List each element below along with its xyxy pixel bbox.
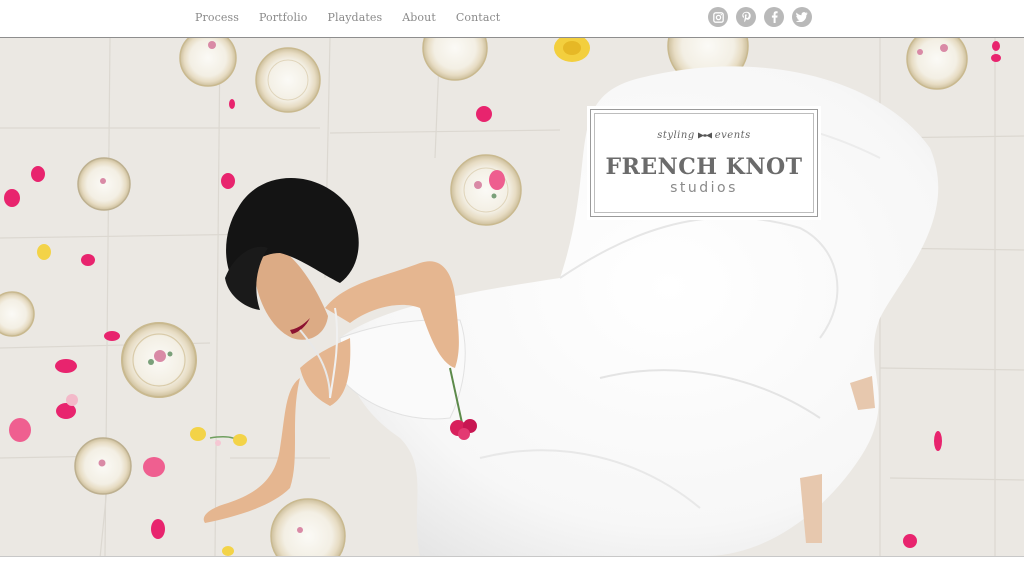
nav-playdates[interactable]: Playdates	[327, 11, 382, 24]
french-knot-logo[interactable]: styling events FRENCH KNOT studios	[590, 109, 818, 217]
hero-slideshow: styling events FRENCH KNOT studios	[0, 38, 1024, 556]
hero-photo-bride	[0, 38, 1024, 556]
logo-tagline: styling events	[591, 130, 817, 141]
pinterest-icon[interactable]	[736, 7, 756, 27]
top-navigation-bar: Process Portfolio Playdates About Contac…	[0, 0, 1024, 38]
logo-subtitle: studios	[670, 180, 738, 196]
main-nav: Process Portfolio Playdates About Contac…	[195, 11, 500, 24]
logo-name: FRENCH KNOT	[605, 154, 803, 180]
nav-about[interactable]: About	[402, 11, 436, 24]
social-links	[708, 7, 812, 27]
bottom-bar	[0, 556, 1024, 579]
logo-tagline-right: events	[714, 130, 751, 141]
nav-process[interactable]: Process	[195, 11, 239, 24]
facebook-icon[interactable]	[764, 7, 784, 27]
bow-tie-icon	[697, 132, 712, 139]
nav-portfolio[interactable]: Portfolio	[259, 11, 308, 24]
logo-tagline-left: styling	[657, 130, 695, 141]
twitter-icon[interactable]	[792, 7, 812, 27]
nav-contact[interactable]: Contact	[456, 11, 500, 24]
instagram-icon[interactable]	[708, 7, 728, 27]
